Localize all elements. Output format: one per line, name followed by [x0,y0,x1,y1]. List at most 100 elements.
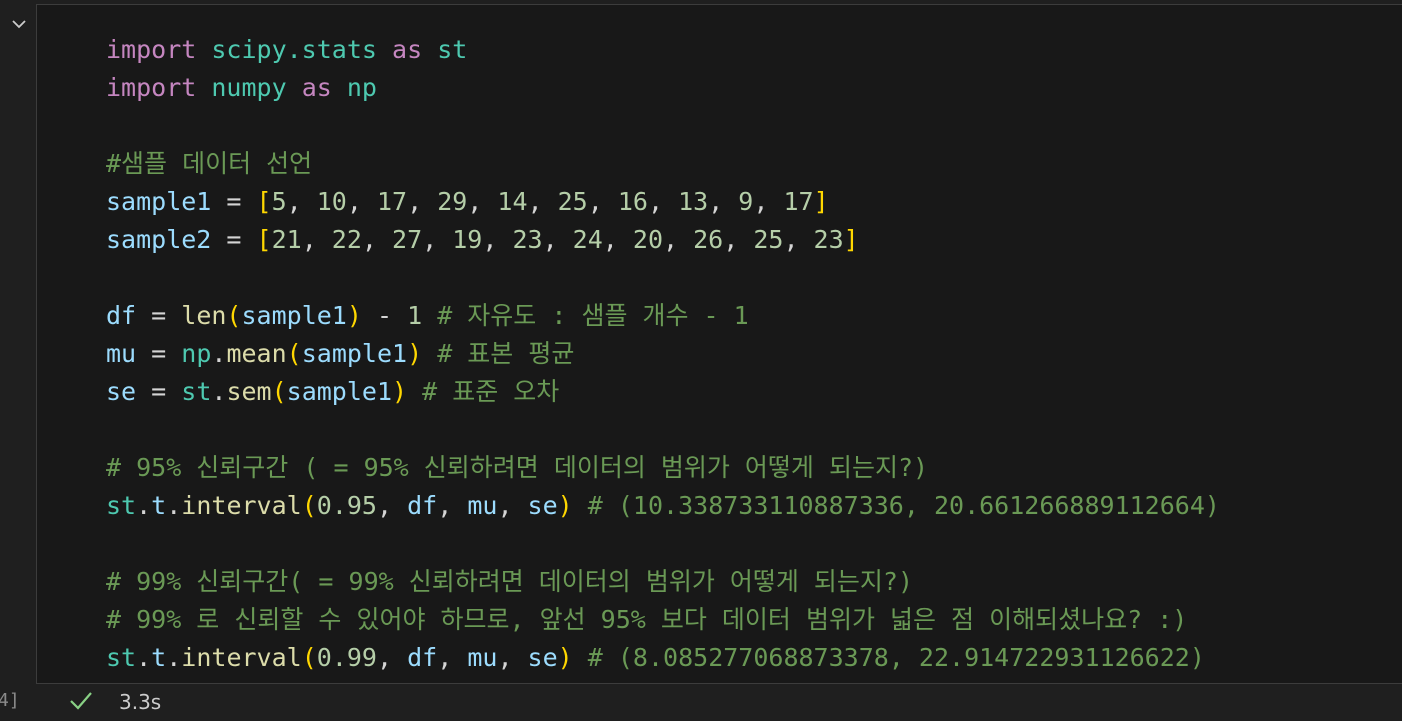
code-token: # 자유도 : 샘플 개수 - 1 [437,301,749,330]
code-token: , [497,491,528,520]
code-token: , [783,225,814,254]
code-token: mean [226,339,287,368]
code-line[interactable]: sample1 = [5, 10, 17, 29, 14, 25, 16, 13… [106,183,1220,221]
code-token: ) [346,301,362,330]
code-line[interactable]: df = len(sample1) - 1 # 자유도 : 샘플 개수 - 1 [106,297,1220,335]
execution-count: 4] [0,690,20,711]
code-token: st [106,491,137,520]
code-token: , [407,187,438,216]
code-line[interactable]: ​ [106,259,1220,297]
code-token: 21 [271,225,302,254]
code-token: , [482,225,513,254]
code-token: #샘플 데이터 선언 [106,149,313,178]
code-token: st [437,35,468,64]
code-editor[interactable]: import scipy.stats as st import numpy as … [106,31,1220,677]
code-token: sample1 [241,301,347,330]
code-token: . [211,339,227,368]
code-token: 14 [497,187,528,216]
code-line[interactable]: st.t.interval(0.95, df, mu, se) # (10.33… [106,487,1220,525]
code-line[interactable]: import numpy as np [106,69,1220,107]
code-token: 24 [572,225,603,254]
code-token: # (8.085277068873378, 22.914722931126622… [587,643,1205,672]
code-token: sample1 [301,339,408,368]
code-token: se [106,377,137,406]
code-token: , [587,187,618,216]
code-token: . [166,643,182,672]
code-token: , [467,187,498,216]
code-line[interactable]: ​ [106,411,1220,449]
code-token: 5 [271,187,287,216]
code-token: import [106,35,197,64]
code-token: , [708,187,739,216]
code-token: ) [392,377,408,406]
code-token: import [106,73,197,102]
code-token: ( [301,491,317,520]
code-token: , [361,225,393,254]
code-token: ) [407,339,423,368]
code-token: [ [256,187,272,216]
code-line[interactable]: import scipy.stats as st [106,31,1220,69]
code-token: = [211,225,257,254]
code-token: numpy [211,73,287,102]
check-icon [70,692,92,710]
code-token: 26 [693,225,724,254]
code-line[interactable]: # 95% 신뢰구간 ( = 95% 신뢰하려면 데이터의 범위가 어떻게 되는… [106,449,1220,487]
code-token: , [437,643,468,672]
code-token: df [106,301,137,330]
code-token: = [136,301,182,330]
code-line[interactable]: #샘플 데이터 선언 [106,145,1220,183]
code-line[interactable]: ​ [106,107,1220,145]
code-token: . [211,377,227,406]
code-token: 20 [632,225,663,254]
code-token: mu [467,491,498,520]
code-token: 0.95 [316,491,377,520]
code-token: , [437,491,468,520]
code-token: sample2 [106,225,212,254]
code-token: mu [467,643,498,672]
code-line[interactable]: mu = np.mean(sample1) # 표본 평균 [106,335,1220,373]
chevron-down-icon[interactable] [10,17,28,31]
code-token: 9 [738,187,754,216]
code-token: # 95% 신뢰구간 ( = 95% 신뢰하려면 데이터의 범위가 어떻게 되는… [106,453,929,482]
code-token: # 99% 신뢰구간( = 99% 신뢰하려면 데이터의 범위가 어떻게 되는지… [106,567,914,596]
code-token: df [407,491,438,520]
code-token: 17 [376,187,408,216]
code-token: . [166,491,182,520]
code-token: , [542,225,573,254]
code-token: # 99% 로 신뢰할 수 있어야 하므로, 앞선 95% 보다 데이터 범위가… [106,605,1188,634]
code-token: t [151,491,167,520]
code-token: len [181,301,227,330]
code-token: 27 [392,225,423,254]
code-token: se [527,491,558,520]
code-token: = [136,377,182,406]
code-token: se [527,643,558,672]
code-line[interactable]: # 99% 신뢰구간( = 99% 신뢰하려면 데이터의 범위가 어떻게 되는지… [106,563,1220,601]
code-token: as [301,73,332,102]
code-token: interval [181,491,302,520]
code-token: mu [106,339,137,368]
code-token: , [497,643,528,672]
code-token: 23 [512,225,543,254]
code-line[interactable]: ​ [106,525,1220,563]
code-token: # (10.338733110887336, 20.66126688911266… [587,491,1220,520]
code-cell[interactable]: import scipy.stats as st import numpy as … [36,4,1402,684]
code-line[interactable]: se = st.sem(sample1) # 표준 오차 [106,373,1220,411]
code-token: , [723,225,754,254]
code-line[interactable]: # 99% 로 신뢰할 수 있어야 하므로, 앞선 95% 보다 데이터 범위가… [106,601,1220,639]
code-token: 10 [316,187,347,216]
code-line[interactable]: sample2 = [21, 22, 27, 19, 23, 24, 20, 2… [106,221,1220,259]
code-line[interactable]: st.t.interval(0.99, df, mu, se) # (8.085… [106,639,1220,677]
code-token: 25 [557,187,588,216]
code-token: = [211,187,257,216]
code-token: , [753,187,784,216]
code-token: as [392,35,423,64]
code-token: sample1 [106,187,212,216]
code-token: , [647,187,679,216]
